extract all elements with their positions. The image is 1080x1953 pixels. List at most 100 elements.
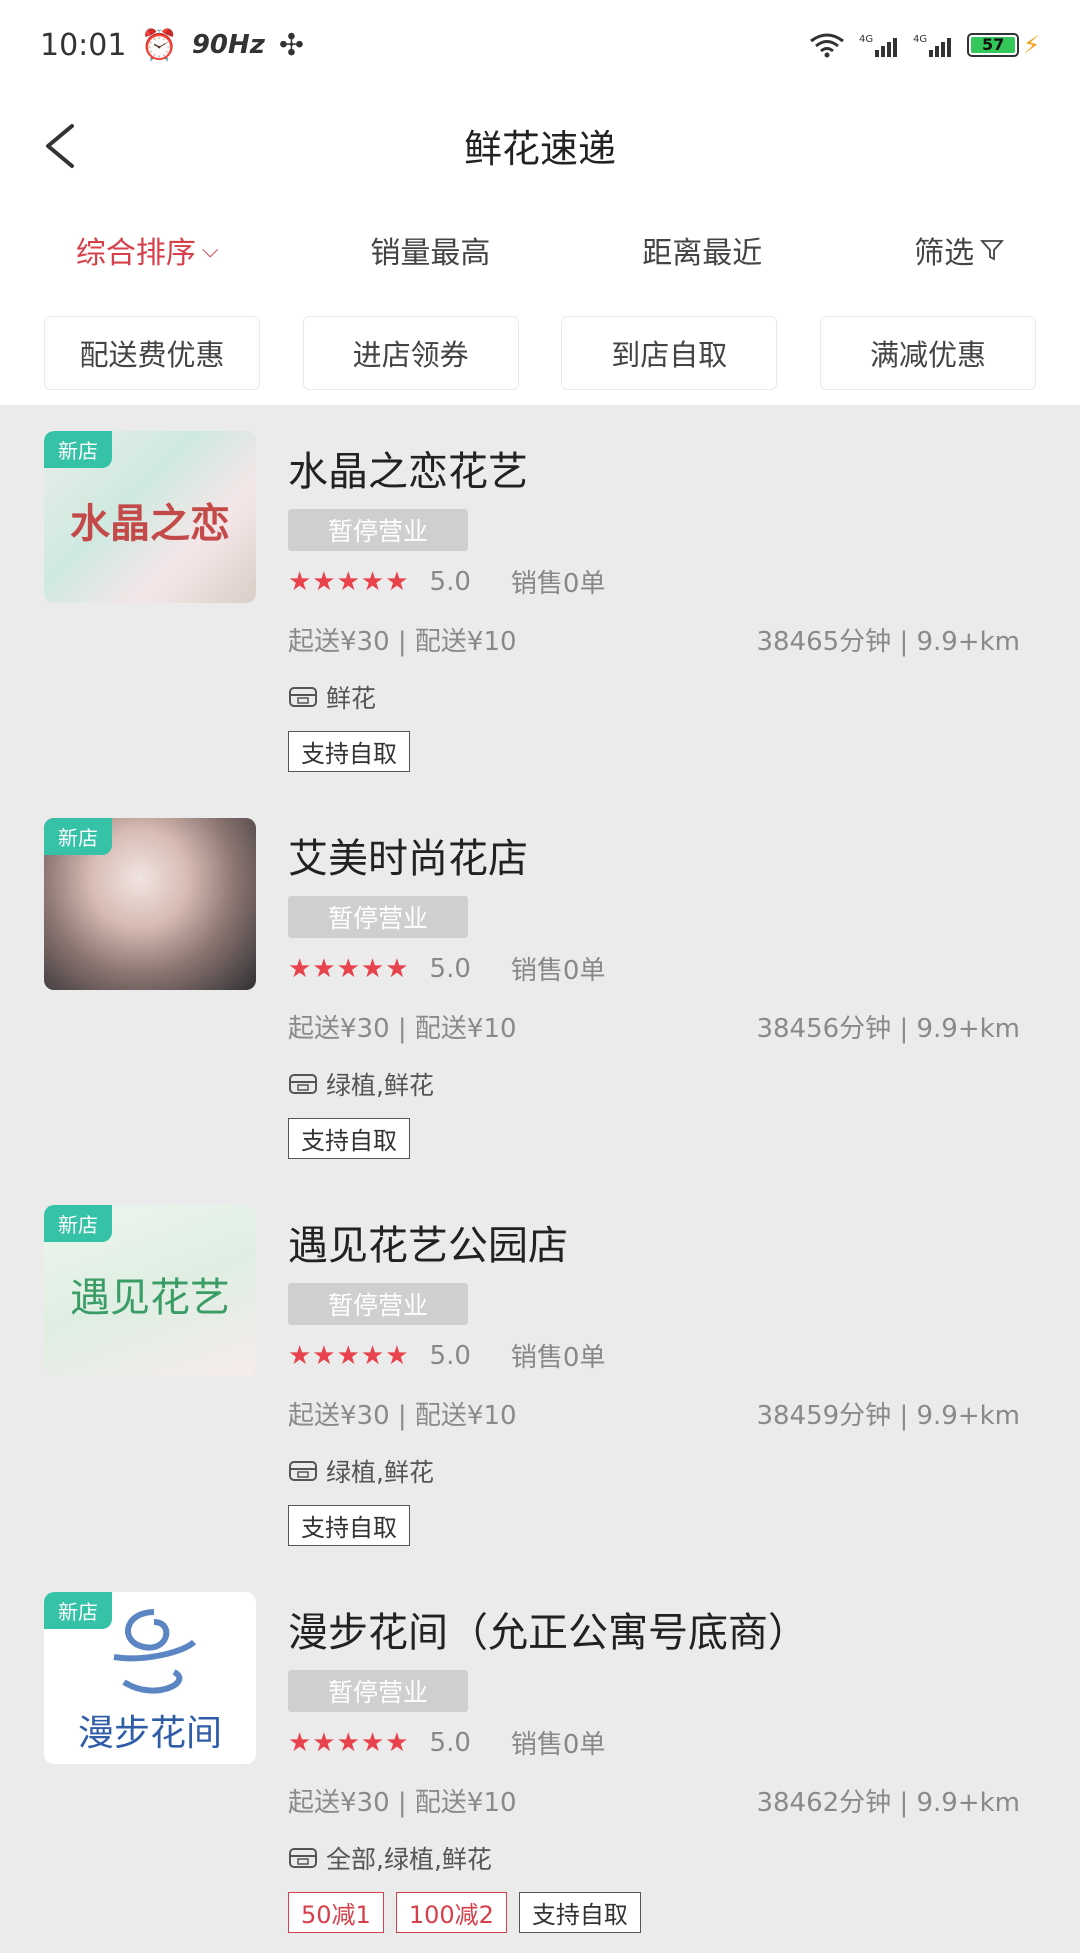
thumbnail-text: 遇见花艺 bbox=[70, 1275, 230, 1321]
tag-pickup: 支持自取 bbox=[288, 1505, 410, 1546]
delivery-info: 起送¥30 | 配送¥10 bbox=[288, 1401, 517, 1431]
store-icon bbox=[289, 1848, 317, 1868]
rating-row: ★★★★★ 5.0 销售0单 bbox=[288, 950, 605, 987]
shop-name: 水晶之恋花艺 bbox=[288, 449, 528, 495]
shop-name: 遇见花艺公园店 bbox=[288, 1223, 568, 1269]
battery-indicator: 57 ⚡ bbox=[967, 31, 1040, 59]
chip-delivery-discount[interactable]: 配送费优惠 bbox=[44, 315, 260, 390]
tag-discount: 50减1 bbox=[288, 1892, 384, 1933]
star-rating-icon: ★★★★★ bbox=[288, 566, 410, 597]
battery-level: 57 bbox=[971, 37, 1016, 53]
shop-thumbnail: 遇见花艺 新店 bbox=[44, 1205, 256, 1377]
category-text: 全部,绿植,鲜花 bbox=[326, 1845, 492, 1874]
delivery-info: 起送¥30 | 配送¥10 bbox=[288, 627, 517, 657]
alarm-icon: ⏰ bbox=[140, 27, 178, 63]
charging-icon: ⚡ bbox=[1023, 31, 1040, 59]
category-row: 鲜花 bbox=[288, 679, 376, 715]
delivery-info: 起送¥30 | 配送¥10 bbox=[288, 1014, 517, 1044]
store-icon bbox=[289, 1461, 317, 1481]
sales-count: 销售0单 bbox=[510, 569, 606, 599]
chevron-down-icon: ⌵ bbox=[201, 237, 219, 263]
sort-label: 距离最近 bbox=[642, 236, 763, 271]
shop-name: 艾美时尚花店 bbox=[288, 836, 528, 882]
category-row: 全部,绿植,鲜花 bbox=[288, 1840, 492, 1876]
rating-row: ★★★★★ 5.0 销售0单 bbox=[288, 1337, 605, 1374]
tag-pickup: 支持自取 bbox=[518, 1892, 641, 1933]
category-text: 绿植,鲜花 bbox=[326, 1071, 434, 1100]
tag-row: 支持自取 bbox=[288, 1118, 410, 1159]
sort-sales[interactable]: 销量最高 bbox=[370, 228, 490, 272]
new-store-badge: 新店 bbox=[44, 431, 112, 468]
shop-name: 漫步花间（允正公寓号底商） bbox=[288, 1610, 808, 1656]
chip-full-reduction[interactable]: 满减优惠 bbox=[819, 315, 1036, 390]
shop-thumbnail: 水晶之恋 新店 bbox=[44, 431, 256, 603]
star-rating-icon: ★★★★★ bbox=[288, 1727, 410, 1758]
wifi-icon bbox=[810, 33, 845, 58]
status-badge: 暂停营业 bbox=[288, 896, 468, 938]
status-badge: 暂停营业 bbox=[288, 509, 468, 551]
tag-pickup: 支持自取 bbox=[288, 731, 410, 772]
sort-distance[interactable]: 距离最近 bbox=[642, 228, 762, 272]
tag-pickup: 支持自取 bbox=[288, 1118, 410, 1159]
refresh-rate: 90Hz bbox=[191, 30, 265, 60]
new-store-badge: 新店 bbox=[44, 818, 112, 855]
shop-card[interactable]: 水晶之恋 新店 水晶之恋花艺 暂停营业 ★★★★★ 5.0 销售0单 起送¥30… bbox=[0, 405, 1080, 792]
star-rating-icon: ★★★★★ bbox=[288, 1340, 410, 1371]
back-arrow-icon[interactable] bbox=[38, 118, 88, 174]
tag-row: 支持自取 bbox=[288, 1505, 410, 1546]
tag-row: 支持自取 bbox=[288, 731, 410, 772]
new-store-badge: 新店 bbox=[44, 1592, 112, 1629]
sort-label: 筛选 bbox=[914, 236, 975, 271]
eta-distance: 38462分钟 | 9.9+km bbox=[756, 1788, 1020, 1818]
shop-card[interactable]: 遇见花艺 新店 遇见花艺公园店 暂停营业 ★★★★★ 5.0 销售0单 起送¥3… bbox=[0, 1179, 1080, 1566]
eta-distance: 38456分钟 | 9.9+km bbox=[756, 1014, 1020, 1044]
category-text: 鲜花 bbox=[326, 684, 377, 713]
chip-pickup[interactable]: 到店自取 bbox=[561, 315, 778, 390]
signal-4g-icon-2: 4G bbox=[913, 34, 952, 57]
rating-row: ★★★★★ 5.0 销售0单 bbox=[288, 1724, 605, 1761]
signal-4g-icon: 4G bbox=[859, 34, 898, 57]
rating-score: 5.0 bbox=[429, 566, 471, 597]
shop-list: 水晶之恋 新店 水晶之恋花艺 暂停营业 ★★★★★ 5.0 销售0单 起送¥30… bbox=[0, 405, 1080, 1953]
tag-discount: 100减2 bbox=[395, 1892, 507, 1933]
filter-funnel-icon bbox=[980, 240, 1005, 261]
thumbnail-text: 水晶之恋 bbox=[70, 500, 230, 547]
page-title: 鲜花速递 bbox=[463, 126, 616, 171]
category-row: 绿植,鲜花 bbox=[288, 1066, 434, 1102]
filter-chips: 配送费优惠 进店领券 到店自取 满减优惠 bbox=[0, 300, 1080, 405]
rating-score: 5.0 bbox=[429, 953, 471, 984]
delivery-info: 起送¥30 | 配送¥10 bbox=[288, 1788, 517, 1818]
chip-store-coupon[interactable]: 进店领券 bbox=[302, 315, 519, 390]
shop-card[interactable]: 新店 艾美时尚花店 暂停营业 ★★★★★ 5.0 销售0单 起送¥30 | 配送… bbox=[0, 792, 1080, 1179]
sort-label: 销量最高 bbox=[370, 236, 491, 271]
new-store-badge: 新店 bbox=[44, 1205, 112, 1242]
fan-icon: ✣ bbox=[278, 27, 305, 63]
rating-score: 5.0 bbox=[429, 1727, 471, 1758]
rating-score: 5.0 bbox=[429, 1340, 471, 1371]
eta-distance: 38459分钟 | 9.9+km bbox=[756, 1401, 1020, 1431]
category-text: 绿植,鲜花 bbox=[326, 1458, 434, 1487]
shop-thumbnail: 漫步花间 新店 bbox=[44, 1592, 256, 1764]
store-icon bbox=[289, 1074, 317, 1094]
sort-comprehensive[interactable]: 综合排序 ⌵ bbox=[76, 228, 219, 272]
shop-card[interactable]: 漫步花间 新店 漫步花间（允正公寓号底商） 暂停营业 ★★★★★ 5.0 销售0… bbox=[0, 1566, 1080, 1953]
top-nav: 鲜花速递 bbox=[0, 90, 1080, 201]
sort-label: 综合排序 bbox=[75, 236, 196, 271]
status-badge: 暂停营业 bbox=[288, 1670, 468, 1712]
star-rating-icon: ★★★★★ bbox=[288, 953, 410, 984]
category-row: 绿植,鲜花 bbox=[288, 1453, 434, 1489]
sales-count: 销售0单 bbox=[510, 1343, 606, 1373]
tag-row: 50减1 100减2 支持自取 bbox=[288, 1892, 641, 1933]
filter-button[interactable]: 筛选 bbox=[914, 228, 1005, 272]
svg-text:4G: 4G bbox=[913, 34, 927, 45]
status-time: 10:01 bbox=[40, 27, 127, 63]
svg-text:4G: 4G bbox=[859, 34, 873, 45]
thumbnail-text: 漫步花间 bbox=[77, 1713, 222, 1754]
sales-count: 销售0单 bbox=[510, 1730, 606, 1760]
shop-thumbnail: 新店 bbox=[44, 818, 256, 990]
sort-bar: 综合排序 ⌵ 销量最高 距离最近 筛选 bbox=[0, 200, 1080, 300]
rating-row: ★★★★★ 5.0 销售0单 bbox=[288, 563, 605, 600]
eta-distance: 38465分钟 | 9.9+km bbox=[756, 627, 1020, 657]
store-icon bbox=[289, 687, 317, 707]
status-bar: 10:01 ⏰ 90Hz ✣ 4G 4G 57 ⚡ bbox=[0, 0, 1080, 90]
